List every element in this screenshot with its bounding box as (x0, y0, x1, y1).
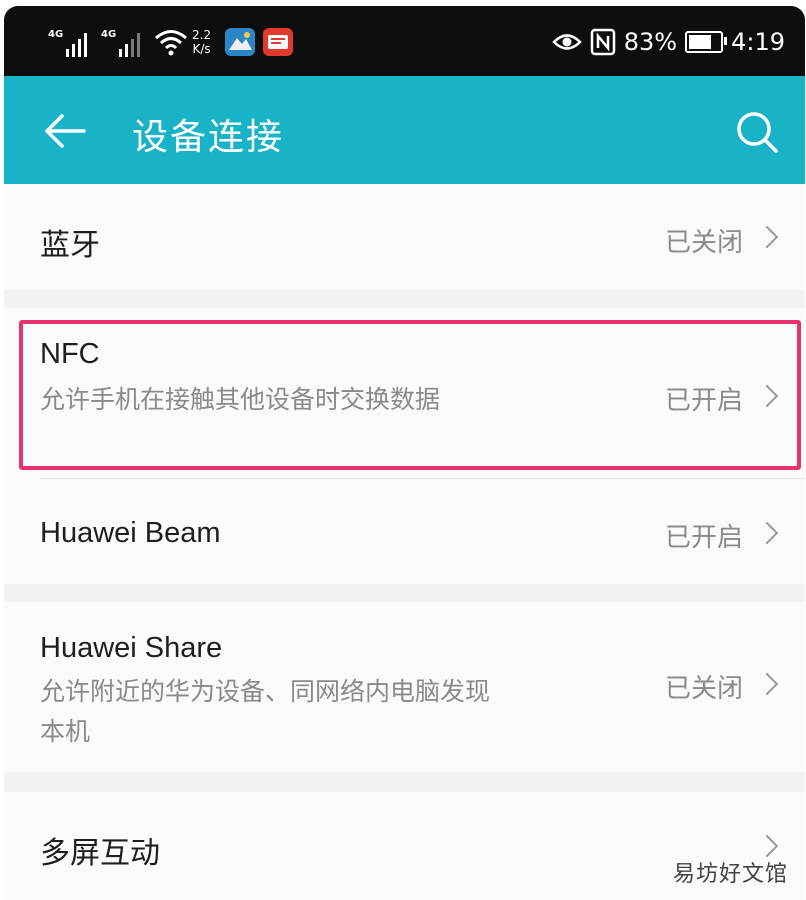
huawei-beam-status: 已开启 (664, 523, 743, 553)
huawei-share-description: 允许附近的华为设备、同网络内电脑发现本机 (40, 677, 491, 746)
wifi-icon (155, 30, 187, 56)
huawei-beam-row[interactable]: Huawei Beam 已开启 (4, 479, 805, 584)
battery-icon (685, 31, 728, 53)
bluetooth-status: 已关闭 (664, 228, 743, 258)
status-left: 4G 4G 2.2 K/s (48, 22, 301, 62)
multi-screen-title: 多屏互动 (40, 836, 160, 871)
status-bar: 4G 4G 2.2 K/s 83% 4:19 (4, 6, 805, 76)
battery-percent: 83% (623, 28, 678, 56)
chevron-right-icon (755, 521, 779, 545)
signal-icon: 4G (101, 27, 140, 57)
signal-icon: 4G (48, 27, 87, 57)
page-title: 设备连接 (132, 117, 285, 158)
status-right: 83% 4:19 (551, 24, 785, 60)
bluetooth-row[interactable]: 蓝牙 已关闭 (4, 184, 805, 290)
nfc-highlight-box (19, 320, 801, 470)
chevron-right-icon (755, 672, 779, 696)
network-type-label: 4G (48, 29, 64, 40)
nfc-icon (590, 28, 615, 56)
huawei-share-row[interactable]: Huawei Share 允许附近的华为设备、同网络内电脑发现本机 已关闭 (4, 602, 805, 772)
chevron-right-icon (755, 225, 779, 249)
huawei-share-title: Huawei Share (40, 632, 223, 664)
huawei-beam-title: Huawei Beam (40, 517, 221, 549)
watermark: 易坊好文馆 (672, 862, 788, 887)
eye-icon (551, 34, 582, 50)
network-speed: 2.2 K/s (192, 28, 211, 56)
app-icon (225, 28, 256, 56)
settings-group-bluetooth: 蓝牙 已关闭 (4, 184, 805, 290)
app-icon (263, 28, 294, 56)
speed-unit: K/s (192, 42, 211, 56)
speed-value: 2.2 (192, 28, 212, 42)
search-icon[interactable] (733, 108, 781, 156)
phone-screen: 4G 4G 2.2 K/s 83% 4:19 设备连接 蓝牙 已关闭 NFC 允… (4, 6, 805, 900)
arrow-left-icon[interactable] (40, 106, 90, 156)
network-type-label: 4G (101, 29, 117, 40)
bluetooth-title: 蓝牙 (40, 228, 100, 263)
settings-group-share: Huawei Share 允许附近的华为设备、同网络内电脑发现本机 已关闭 (4, 602, 805, 772)
huawei-share-status: 已关闭 (664, 674, 743, 704)
chevron-right-icon (755, 834, 779, 858)
clock: 4:19 (731, 28, 785, 56)
app-bar: 设备连接 (4, 76, 805, 184)
